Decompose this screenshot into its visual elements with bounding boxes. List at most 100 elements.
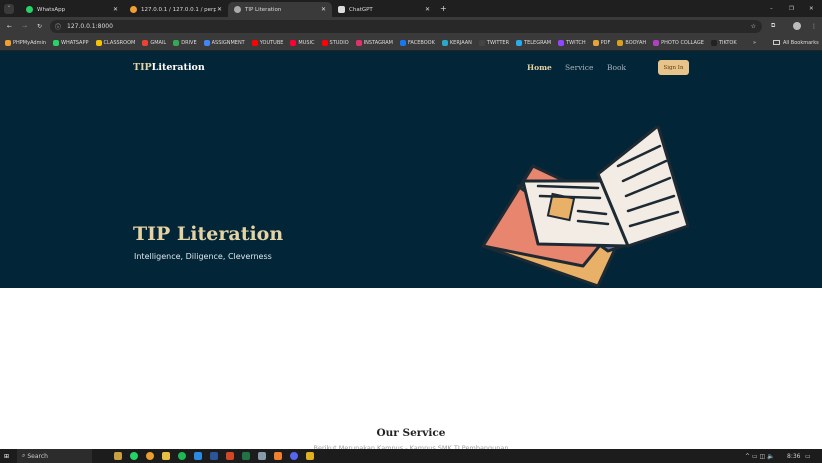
forward-icon[interactable]: →	[22, 23, 27, 30]
whatsapp-app-icon[interactable]	[130, 452, 139, 460]
tab-label: WhatsApp	[37, 6, 66, 13]
widget-icon[interactable]	[114, 452, 123, 460]
bookmark-item[interactable]: CLASSROOM	[95, 39, 135, 46]
notification-icon[interactable]: ▭	[805, 453, 811, 460]
tab-whatsapp[interactable]: WhatsApp ✕	[20, 2, 124, 17]
whatsapp-icon	[26, 6, 33, 13]
taskbar: ⊞ ⌕ Search ^ ▭ ◫ 🔈 8:36 ▭	[0, 449, 822, 463]
app-icon[interactable]	[274, 452, 283, 460]
bookmark-icon	[142, 39, 149, 46]
spotify-icon[interactable]	[178, 452, 187, 460]
bookmark-label: FACEBOOK	[407, 39, 435, 46]
bookmark-icon	[95, 39, 102, 46]
system-tray[interactable]: ^ ▭ ◫ 🔈	[745, 453, 775, 460]
bookmark-icon	[203, 39, 210, 46]
discord-icon[interactable]	[290, 452, 299, 460]
bookmark-item[interactable]: TWITCH	[558, 39, 586, 46]
logo-part-1: TIP	[133, 62, 152, 73]
bookmark-item[interactable]: TELEGRAM	[516, 39, 552, 46]
tab-phpmyadmin[interactable]: 127.0.0.1 / 127.0.0.1 / perpus | ...✕	[124, 2, 228, 17]
taskbar-search[interactable]: ⌕ Search	[17, 449, 93, 463]
close-tab-icon[interactable]: ✕	[425, 6, 430, 13]
tab-label: TIP Literation	[245, 6, 282, 13]
bookmark-star-icon[interactable]: ☆	[751, 23, 756, 30]
bookmark-label: STUDIO	[329, 39, 349, 46]
bookmark-icon	[653, 39, 660, 46]
taskbar-apps	[114, 452, 322, 460]
close-tab-icon[interactable]: ✕	[321, 6, 326, 13]
site-info-icon[interactable]: ⓘ	[55, 22, 61, 31]
bookmark-icon	[592, 39, 599, 46]
excel-icon[interactable]	[242, 452, 251, 460]
bookmark-item[interactable]: PDF	[592, 39, 610, 46]
bookmark-item[interactable]: PHOTO COLLAGE	[653, 39, 704, 46]
bookmark-item[interactable]: BOOYAH	[617, 39, 646, 46]
more-bookmarks-icon[interactable]: »	[753, 40, 756, 46]
nav-book[interactable]: Book	[607, 63, 626, 72]
bookmark-item[interactable]: WHATSAPP	[53, 39, 89, 46]
close-window-button[interactable]: ✕	[809, 6, 814, 12]
bookmark-label: TELEGRAM	[524, 39, 552, 46]
bookmark-item[interactable]: DRIVE	[173, 39, 197, 46]
extensions-icon[interactable]: ⧉	[771, 22, 775, 30]
bookmark-label: TIKTOK	[718, 39, 737, 46]
bookmarks-bar: All Bookmarks » PHPMyAdmin WHATSAPP CLASSR…	[0, 35, 822, 51]
folder-icon	[773, 40, 780, 45]
new-tab-button[interactable]: +	[440, 4, 447, 13]
chrome-app-icon[interactable]	[146, 452, 155, 460]
tab-search-button[interactable]: ˅	[4, 3, 14, 14]
back-icon[interactable]: ←	[7, 23, 12, 30]
bookmark-label: YOUTUBE	[259, 39, 284, 46]
file-explorer-icon[interactable]	[162, 452, 171, 460]
tab-label: 127.0.0.1 / 127.0.0.1 / perpus | ...	[141, 6, 216, 13]
close-tab-icon[interactable]: ✕	[217, 6, 222, 13]
bookmark-item[interactable]: YOUTUBE	[251, 39, 284, 46]
close-tab-icon[interactable]: ✕	[113, 6, 118, 13]
nav-home[interactable]: Home	[527, 63, 552, 72]
nav-service[interactable]: Service	[565, 63, 593, 72]
url-text: 127.0.0.1:8000	[67, 22, 113, 30]
hero-subtitle: Intelligence, Diligence, Cleverness	[134, 252, 272, 261]
tab-chatgpt[interactable]: ChatGPT ✕	[332, 2, 436, 17]
restore-button[interactable]: ❐	[789, 6, 794, 12]
bookmark-label: TWITCH	[566, 39, 586, 46]
bookmark-icon	[478, 39, 485, 46]
bookmark-item[interactable]: ASSIGNMENT	[203, 39, 245, 46]
bookmark-item[interactable]: GMAIL	[142, 39, 167, 46]
hero-title: TIP Literation	[133, 223, 284, 245]
bookmark-icon	[355, 39, 362, 46]
all-bookmarks[interactable]: All Bookmarks	[773, 40, 819, 46]
bookmark-label: DRIVE	[181, 39, 197, 46]
powerpoint-icon[interactable]	[226, 452, 235, 460]
bookmark-item[interactable]: TIKTOK	[710, 39, 737, 46]
bookmark-label: GMAIL	[150, 39, 167, 46]
bookmark-item[interactable]: FACEBOOK	[399, 39, 435, 46]
clock[interactable]: 8:36	[787, 453, 800, 460]
bookmark-label: WHATSAPP	[61, 39, 89, 46]
bookmark-item[interactable]: TWITTER	[478, 39, 509, 46]
menu-icon[interactable]: ⋮	[811, 23, 817, 30]
profile-avatar[interactable]	[793, 22, 801, 30]
url-input[interactable]: ⓘ 127.0.0.1:8000 ☆	[50, 19, 762, 33]
site-logo[interactable]: TIPLiteration	[133, 62, 205, 73]
sign-in-button[interactable]: Sign In	[658, 60, 689, 75]
reload-icon[interactable]: ↻	[37, 23, 42, 30]
vscode-icon[interactable]	[194, 452, 203, 460]
search-label: Search	[27, 452, 48, 460]
bookmark-label: MUSIC	[298, 39, 315, 46]
bookmark-item[interactable]: INSTAGRAM	[355, 39, 393, 46]
all-bookmarks-label: All Bookmarks	[783, 39, 819, 46]
bookmark-icon	[251, 39, 258, 46]
minimize-button[interactable]: –	[770, 6, 773, 12]
windows-start-icon[interactable]: ⊞	[4, 453, 9, 460]
app-icon[interactable]	[258, 452, 267, 460]
tab-tip-literation[interactable]: TIP Literation ✕	[228, 2, 332, 17]
bookmark-icon	[399, 39, 406, 46]
word-icon[interactable]	[210, 452, 219, 460]
bookmark-item[interactable]: MUSIC	[290, 39, 315, 46]
bookmark-item[interactable]: KERJAAN	[441, 39, 472, 46]
bookmark-item[interactable]: PHPMyAdmin	[5, 39, 46, 46]
app-icon[interactable]	[306, 452, 315, 460]
bookmark-item[interactable]: STUDIO	[321, 39, 349, 46]
bookmark-icon	[5, 39, 11, 46]
